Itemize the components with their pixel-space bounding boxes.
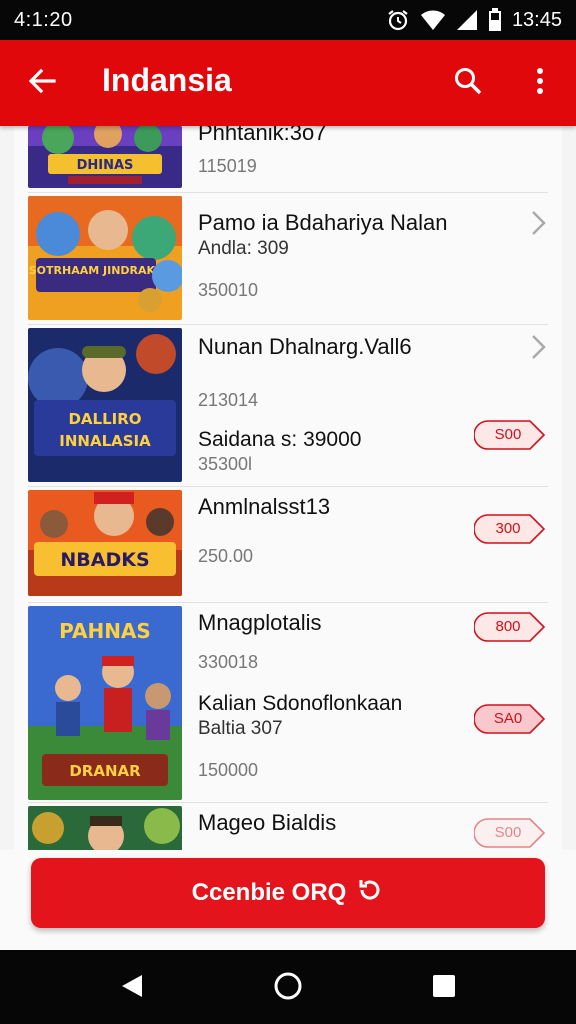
item-title: Anmlnalsst13: [198, 494, 331, 519]
item-subtitle: Andla: 309: [198, 238, 289, 259]
list-item[interactable]: PAHNAS DRANAR Mnagplotalis 330018 800 Ka…: [0, 606, 576, 802]
price-button[interactable]: SA0: [474, 704, 546, 734]
item-extra-number: 35300l: [198, 454, 253, 474]
chevron-right-icon[interactable]: [528, 332, 548, 362]
item-thumbnail: NBADKS: [28, 490, 182, 596]
item-extra: Saidana s: 39000: [198, 428, 362, 451]
price-button[interactable]: 300: [474, 514, 546, 544]
svg-text:DALLIRO: DALLIRO: [68, 410, 141, 428]
status-bar: 4:1:20 13:45: [0, 0, 576, 40]
thumb-caption: PAHNAS: [59, 619, 151, 643]
status-time: 4:1:20: [14, 8, 73, 31]
app-bar: Indansia: [0, 40, 576, 126]
cta-area: Ccenbie ORQ: [0, 850, 576, 950]
item-extra-number: 150000: [198, 760, 259, 780]
price-button[interactable]: S00: [474, 420, 546, 450]
search-button[interactable]: [448, 63, 488, 103]
price-button[interactable]: S00: [474, 818, 546, 848]
chevron-right-icon[interactable]: [528, 208, 548, 238]
item-thumbnail: [28, 806, 182, 850]
item-title: Phhtanik:3o7: [198, 126, 327, 145]
battery-icon: [488, 8, 502, 32]
refresh-icon: [356, 876, 384, 911]
price-label: 800: [495, 618, 521, 635]
item-title: Nunan Dhalnarg.Vall6: [198, 334, 412, 359]
thumb-caption: NBADKS: [60, 549, 149, 571]
cta-label: Ccenbie ORQ: [191, 879, 347, 906]
item-thumbnail: PAHNAS DRANAR: [28, 606, 182, 800]
more-vertical-icon: [535, 66, 545, 101]
thumb-caption: SOTRHAAM JINDRAKII: [29, 264, 163, 277]
list-item[interactable]: SOTRHAAM JINDRAKII Pamo ia Bdahariya Nal…: [0, 196, 576, 324]
cta-button[interactable]: Ccenbie ORQ: [31, 858, 545, 928]
item-number: 350010: [198, 280, 259, 300]
divider: [28, 486, 548, 487]
app-title: Indansia: [102, 62, 232, 98]
item-title: Pamo ia Bdahariya Nalan: [198, 210, 448, 235]
divider: [28, 324, 548, 325]
nav-recents-button[interactable]: [422, 966, 466, 1010]
nav-back-button[interactable]: [110, 966, 154, 1010]
svg-text:INNALASIA: INNALASIA: [59, 432, 151, 450]
nav-home-button[interactable]: [266, 966, 310, 1010]
item-number: 330018: [198, 652, 259, 672]
item-number: 115019: [198, 156, 257, 176]
price-label: SA0: [493, 710, 523, 727]
item-extra: Kalian Sdonoflonkaan: [198, 692, 403, 715]
search-icon: [453, 66, 483, 101]
price-label: 300: [495, 520, 521, 537]
wifi-icon: [420, 9, 446, 31]
item-list[interactable]: DHINAS Phhtanik:3o7 115019 SOTRHAAM JIND…: [0, 126, 576, 850]
status-clock: 13:45: [511, 8, 562, 31]
back-button[interactable]: [22, 63, 62, 103]
divider: [28, 192, 548, 193]
list-item[interactable]: DALLIRO INNALASIA DALLIRO INNALASIA Nuna…: [0, 328, 576, 484]
divider: [28, 602, 548, 603]
price-button[interactable]: 800: [474, 612, 546, 642]
item-title: Mnagplotalis: [198, 610, 322, 635]
arrow-back-icon: [27, 66, 57, 101]
item-number: 250.00: [198, 546, 254, 566]
price-label: S00: [494, 426, 522, 443]
thumb-caption-2: DRANAR: [69, 762, 141, 780]
home-circle-icon: [273, 971, 303, 1006]
item-thumbnail: DALLIRO INNALASIA DALLIRO INNALASIA: [28, 328, 182, 482]
divider: [28, 802, 548, 803]
signal-icon: [456, 9, 478, 31]
status-icons: 13:45: [386, 8, 562, 32]
item-number: 213014: [198, 390, 259, 410]
more-options-button[interactable]: [520, 63, 560, 103]
item-extra-subtitle: Baltia 307: [198, 718, 283, 739]
recents-square-icon: [432, 974, 456, 1003]
list-item[interactable]: Mageo Bialdis S00: [0, 806, 576, 850]
list-item[interactable]: NBADKS Anmlnalsst13 250.00 300: [0, 490, 576, 600]
item-thumbnail: DHINAS: [28, 126, 182, 188]
thumb-caption: DHINAS: [77, 158, 134, 173]
back-triangle-icon: [120, 973, 144, 1004]
system-nav-bar: [0, 950, 576, 1024]
item-thumbnail: SOTRHAAM JINDRAKII: [28, 196, 182, 320]
list-item[interactable]: DHINAS Phhtanik:3o7 115019: [0, 126, 576, 190]
item-title: Mageo Bialdis: [198, 810, 337, 835]
thumb-caption: DALLIRO INNALASIA: [85, 474, 125, 479]
price-label: S00: [494, 824, 522, 841]
alarm-icon: [386, 8, 410, 32]
